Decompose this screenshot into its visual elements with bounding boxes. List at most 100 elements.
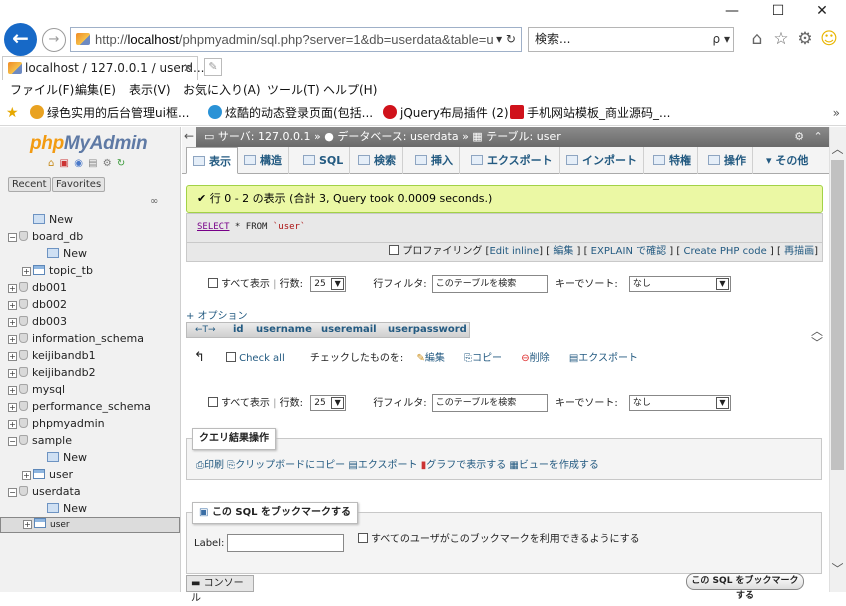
menu-help[interactable]: ヘルプ(H) [323,80,377,100]
tree-table-item[interactable]: + topic_tb [0,262,180,279]
star-icon[interactable]: ☆ [770,28,792,50]
row-filter-input[interactable]: このテーブルを検索 [431,275,548,293]
tab-structure[interactable]: 構造 [238,147,289,174]
tree-database-item[interactable]: − sample [0,432,180,449]
expand-icon[interactable]: + [8,318,17,327]
print-button[interactable]: ⎙印刷 [196,460,224,471]
tree-database-item[interactable]: + phpmyadmin [0,415,180,432]
tree-database-item[interactable]: + keijibandb2 [0,364,180,381]
tree-table-item[interactable]: + user [0,466,180,483]
show-all-checkbox[interactable] [208,397,218,407]
home-icon[interactable]: ⌂ [746,28,768,50]
pma-logo[interactable]: phpMyAdmin [30,133,148,155]
tree-new-item[interactable]: New [0,449,180,466]
reload-icon[interactable]: ↻ [117,158,126,169]
column-username[interactable]: username [256,323,312,337]
bookmark-label-input[interactable] [227,534,344,552]
check-all-label[interactable]: Check all [239,353,285,364]
tree-new-item[interactable]: New [0,500,180,517]
logout-icon[interactable]: ▣ [60,158,70,169]
tab-insert[interactable]: 挿入 [409,147,460,174]
tab-search[interactable]: 検索 [352,147,403,174]
tree-database-item[interactable]: + db001 [0,279,180,296]
breadcrumb-database[interactable]: データベース: userdata [337,130,458,143]
options-link[interactable]: + オプション [186,307,248,322]
nav-tab-favorites[interactable]: Favorites [52,177,106,192]
delete-selected-button[interactable]: ⊖削除 [521,353,549,364]
address-bar[interactable]: http://localhost/phpmyadmin/sql.php?serv… [70,27,522,52]
sql-query-box[interactable]: SELECT * FROM `user` [186,213,823,243]
tab-close-icon[interactable]: ✕ [183,57,193,79]
column-resize-icon[interactable]: ←T→ [195,323,216,337]
minimize-button[interactable]: — [712,2,752,20]
link-with-main-icon[interactable]: ∞ [150,196,158,207]
profiling-checkbox[interactable] [389,245,400,255]
collapse-nav-icon[interactable]: ← [182,127,196,147]
bookmark-shared-checkbox[interactable] [358,533,368,543]
docs-icon[interactable]: ◉ [74,158,84,169]
menu-file[interactable]: ファイル(F) [10,80,74,100]
edit-selected-button[interactable]: ✎編集 [416,353,444,364]
rows-select[interactable]: 25 ▼ [310,395,347,411]
menu-tools[interactable]: ツール(T) [267,80,320,100]
table-scroll-down-icon[interactable]: ﹀ [810,334,824,351]
forward-arrow-icon[interactable]: → [42,28,66,52]
expand-icon[interactable]: + [22,267,31,276]
create-php-link[interactable]: Create PHP code [683,246,766,257]
scroll-down-icon[interactable]: ﹀ [829,560,846,577]
chart-button[interactable]: ▮グラフで表示する [421,460,507,471]
export-button[interactable]: ▤エクスポート [348,460,417,471]
menu-view[interactable]: 表示(V) [129,80,171,100]
favorite-link-1[interactable]: 绿色实用的后台管理ui框... [30,100,189,126]
sql-docs-icon[interactable]: ▤ [88,158,98,169]
browser-tab[interactable]: localhost / 127.0.0.1 / userd... ✕ [2,56,204,80]
console-toggle[interactable]: ▬ コンソール [186,575,254,604]
expand-icon[interactable]: + [8,420,17,429]
menu-favorites[interactable]: お気に入り(A) [183,80,261,100]
tree-database-item[interactable]: + performance_schema [0,398,180,415]
tab-import[interactable]: インポート [560,147,644,174]
sort-select[interactable]: なし ▼ [628,395,731,411]
expand-icon[interactable]: + [8,335,17,344]
gear-icon[interactable]: ⚙ [794,28,816,50]
tree-new-item[interactable]: New [0,245,180,262]
tree-database-item[interactable]: + mysql [0,381,180,398]
tab-sql[interactable]: SQL [297,147,351,174]
bookmark-submit-button[interactable]: この SQL をブックマークする [686,573,804,601]
tree-database-item[interactable]: + db003 [0,313,180,330]
expand-icon[interactable]: + [8,284,17,293]
copy-clipboard-button[interactable]: ⎘クリップボードにコピー [227,460,345,471]
favorite-link-2[interactable]: 炫酷的动态登录页面(包括... [208,100,373,126]
back-arrow-icon[interactable]: ← [4,23,37,56]
collapse-icon[interactable]: − [8,233,17,242]
scrollbar-thumb[interactable] [831,160,844,470]
expand-icon[interactable]: + [8,352,17,361]
collapse-icon[interactable]: − [8,488,17,497]
expand-icon[interactable]: + [8,386,17,395]
settings-icon[interactable]: ⚙ [103,158,113,169]
copy-selected-button[interactable]: ⎘コピー [464,353,502,364]
explain-link[interactable]: EXPLAIN で確認 [591,246,666,257]
maximize-button[interactable]: ☐ [758,2,798,20]
breadcrumb-server[interactable]: サーバ: 127.0.0.1 [218,130,311,143]
favorite-link-3[interactable]: jQuery布局插件 (2) [383,100,509,126]
rows-select[interactable]: 25 ▼ [310,276,347,292]
check-all-checkbox[interactable] [226,352,237,362]
tab-privileges[interactable]: 特権 [647,147,698,174]
breadcrumb-table[interactable]: テーブル: user [486,130,561,143]
new-tab-icon[interactable]: ✎ [204,58,222,76]
tab-export[interactable]: エクスポート [465,147,560,174]
column-userpassword[interactable]: userpassword [388,323,467,337]
tree-database-item[interactable]: − userdata [0,483,180,500]
tree-database-item[interactable]: + keijibandb1 [0,347,180,364]
refresh-link[interactable]: 再描画 [784,246,814,257]
show-all-checkbox[interactable] [208,278,218,288]
scroll-up-icon[interactable]: ︿ [829,140,846,157]
expand-icon[interactable]: + [8,403,17,412]
home-icon[interactable]: ⌂ [48,158,55,169]
edit-inline-link[interactable]: Edit inline [489,246,539,257]
smiley-icon[interactable]: ☺ [818,28,840,50]
close-button[interactable]: ✕ [802,2,842,20]
sort-select[interactable]: なし ▼ [628,276,731,292]
page-settings-icon[interactable]: ⚙ ⌃ [790,127,830,147]
